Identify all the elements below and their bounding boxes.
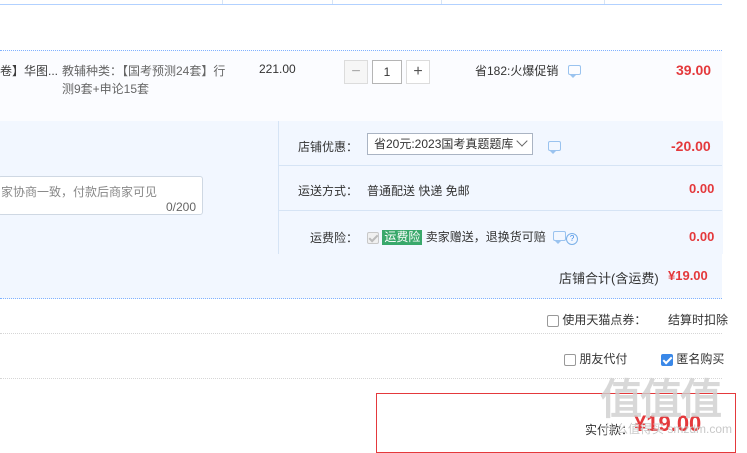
shop-total-value: ¥19.00 xyxy=(668,268,708,283)
shop-discount-select[interactable]: 省20元:2023国考真题题库 xyxy=(367,133,533,155)
header-divider xyxy=(222,0,223,4)
header-divider xyxy=(604,0,605,4)
shop-discount-amount: -20.00 xyxy=(671,138,711,154)
shop-discount-value: 省20元:2023国考真题题库 xyxy=(374,137,514,151)
item-subtotal: 39.00 xyxy=(676,62,712,78)
watermark-logo: 值值值 xyxy=(600,376,722,423)
item-sku-line1: 教辅种类：【国考预测24套】行 xyxy=(62,64,226,78)
help-icon[interactable]: ? xyxy=(566,233,579,245)
buyer-memo-textarea[interactable]: 家协商一致，付款后商家可见 0/200 xyxy=(0,176,203,215)
item-unit-price: 221.00 xyxy=(259,62,296,76)
memo-placeholder: 家协商一致，付款后商家可见 xyxy=(1,185,158,199)
header-divider xyxy=(441,0,442,4)
tmall-points-checkbox[interactable] xyxy=(547,314,559,327)
insurance-label: 运费险： xyxy=(310,231,359,245)
item-title[interactable]: 卷】华图... xyxy=(0,62,58,79)
chat-icon[interactable] xyxy=(567,65,581,78)
row-divider xyxy=(278,210,722,211)
item-promo: 省182:火爆促销 xyxy=(475,62,581,79)
shop-discount-label: 店铺优惠： xyxy=(298,140,359,154)
tmall-points-option: 使用天猫点券： xyxy=(547,311,646,328)
item-promo-text: 省182:火爆促销 xyxy=(475,64,559,78)
row-divider xyxy=(278,165,722,166)
table-header-line xyxy=(0,0,722,5)
insurance-amount: 0.00 xyxy=(689,229,715,244)
watermark-site: 什么值得买 smzdm.com xyxy=(604,422,733,436)
chat-icon[interactable] xyxy=(553,231,567,244)
anonymous-purchase-checkbox[interactable] xyxy=(661,353,673,366)
memo-char-count: 0/200 xyxy=(165,200,196,214)
tmall-points-label: 使用天猫点券： xyxy=(562,313,647,327)
shipping-value: 普通配送 快递 免邮 xyxy=(367,184,470,198)
anonymous-purchase-label: 匿名购买 xyxy=(676,352,725,366)
shipping-label: 运送方式： xyxy=(298,184,359,198)
tmall-points-note: 结算时扣除 xyxy=(668,313,729,327)
pay-for-friend-label: 朋友代付 xyxy=(579,352,628,366)
shipping-amount: 0.00 xyxy=(689,181,715,196)
quantity-minus-button[interactable]: − xyxy=(344,60,368,84)
insurance-badge: 运费险 xyxy=(382,230,423,245)
pay-for-friend-option[interactable]: 朋友代付 xyxy=(564,350,627,367)
pay-for-friend-checkbox[interactable] xyxy=(564,353,576,366)
insurance-checkbox[interactable] xyxy=(367,231,379,244)
chat-icon[interactable] xyxy=(548,141,561,154)
quantity-input[interactable]: 1 xyxy=(372,60,402,84)
divider xyxy=(0,333,722,334)
shop-total-label: 店铺合计(含运费) xyxy=(559,271,659,286)
insurance-text: 卖家赠送，退换货可赔 xyxy=(425,230,546,244)
item-sku: 教辅种类：【国考预测24套】行 测9套+申论15套 xyxy=(62,62,225,98)
header-divider xyxy=(332,0,333,4)
chevron-down-icon xyxy=(516,135,528,147)
quantity-plus-button[interactable]: + xyxy=(406,60,430,84)
item-sku-line2: 测9套+申论15套 xyxy=(62,82,150,96)
insurance-option: 运费险 卖家赠送，退换货可赔 ? xyxy=(367,228,579,245)
anonymous-purchase-option[interactable]: 匿名购买 xyxy=(661,350,724,367)
